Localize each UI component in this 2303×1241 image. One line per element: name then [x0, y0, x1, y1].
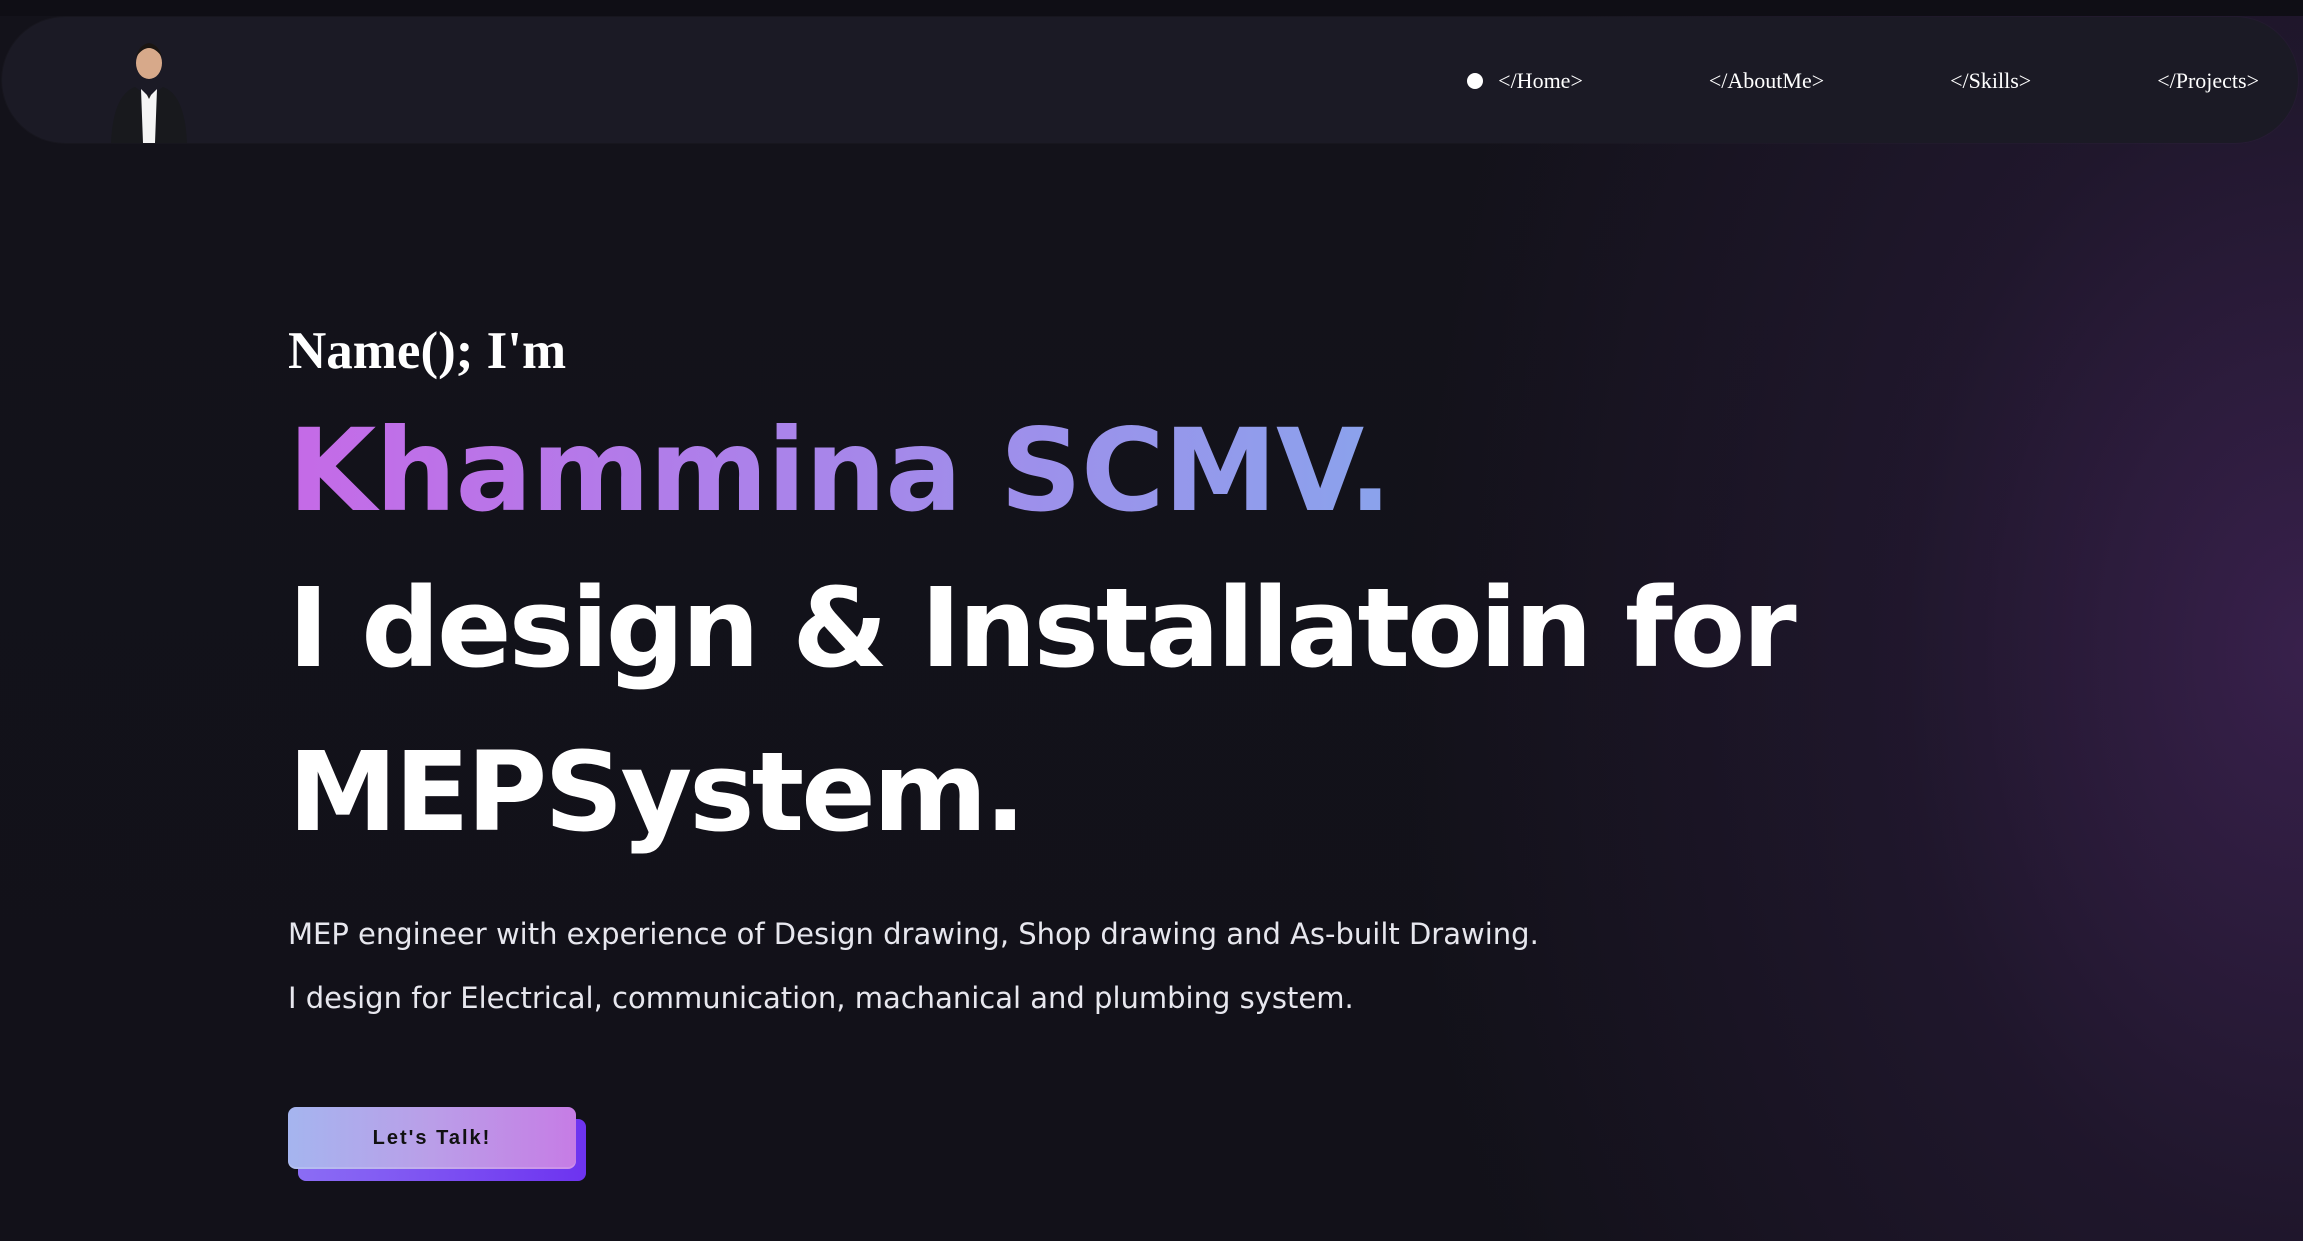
hero-headline-line-2: MEPSystem.	[288, 728, 1026, 856]
hero-headline-line-1: I design & Installatoin for	[288, 564, 1797, 692]
active-indicator-dot-icon	[1467, 73, 1484, 89]
top-strip	[0, 0, 2303, 16]
hero-intro: Name(); I'm	[288, 322, 567, 380]
hero-name: Khammina SCMV.	[288, 396, 1392, 546]
main-nav: </Home> </AboutMe> </Skills> </Projects>	[1467, 64, 2259, 98]
hero-headline: I design & Installatoin for MEPSystem.	[288, 546, 2188, 874]
nav-link-aboutme[interactable]: </AboutMe>	[1709, 68, 1824, 94]
nav-link-projects[interactable]: </Projects>	[2157, 68, 2259, 94]
nav-link-home-label: </Home>	[1498, 68, 1583, 93]
avatar[interactable]	[105, 33, 193, 143]
lets-talk-button[interactable]: Let's Talk!	[288, 1107, 576, 1169]
hero-description-line-1: MEP engineer with experience of Design d…	[288, 917, 1539, 951]
hero-description: MEP engineer with experience of Design d…	[288, 902, 2188, 1030]
cta-container: Let's Talk!	[288, 1107, 588, 1183]
nav-link-skills-label: </Skills>	[1950, 68, 2032, 93]
hero-description-line-2: I design for Electrical, communication, …	[288, 981, 1354, 1015]
nav-link-skills[interactable]: </Skills>	[1950, 68, 2031, 94]
nav-link-home[interactable]: </Home>	[1467, 68, 1583, 94]
nav-link-projects-label: </Projects>	[2157, 68, 2259, 93]
nav-link-aboutme-label: </AboutMe>	[1708, 68, 1825, 93]
avatar-portrait-image	[111, 43, 187, 143]
hero-section: Name(); I'm Khammina SCMV. I design & In…	[288, 316, 2188, 1030]
